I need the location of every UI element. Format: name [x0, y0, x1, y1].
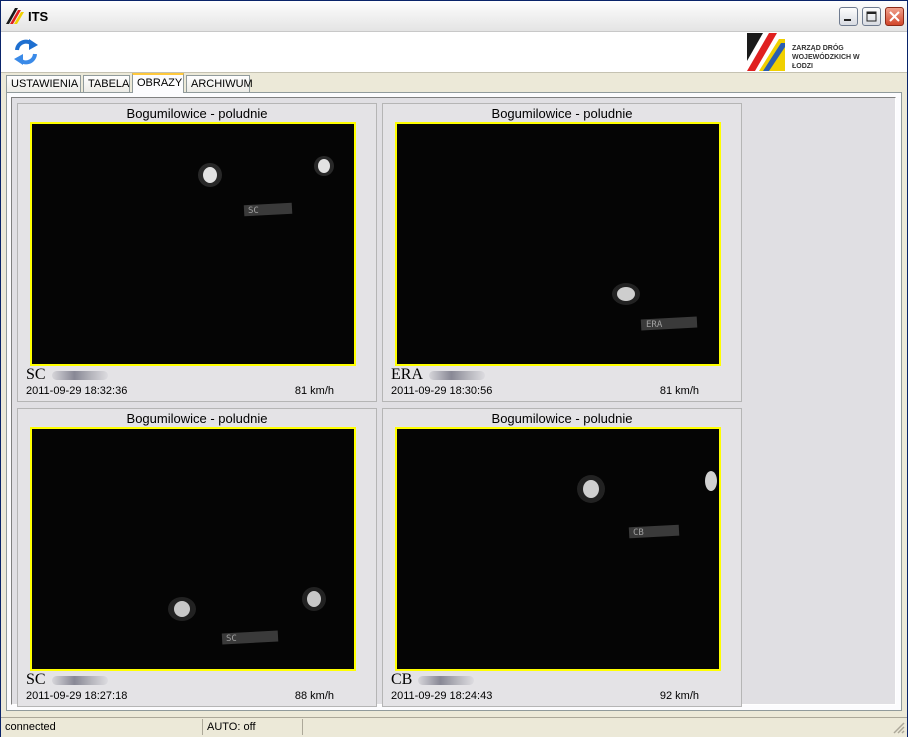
plate-number: ERA — [391, 366, 485, 384]
logo-text: ZARZĄD DRÓG WOJEWÓDZKICH W ŁODZI — [792, 45, 860, 70]
plate-number: CB — [391, 671, 475, 689]
plate-number: SC — [26, 366, 108, 384]
toolbar: ZARZĄD DRÓG WOJEWÓDZKICH W ŁODZI — [1, 32, 907, 73]
speed: 88 km/h — [294, 690, 334, 702]
app-window: ITS ZARZĄD DRÓG WOJEWÓDZKICH W ŁODZI UST… — [0, 0, 908, 737]
title-bar[interactable]: ITS — [1, 1, 907, 32]
resize-grip-icon[interactable] — [892, 721, 905, 734]
images-grid: Bogumilowice - poludnie SC SC 2011-09-29… — [11, 97, 896, 707]
camera-card: Bogumilowice - poludnie CB CB 2011-09-29… — [382, 408, 742, 707]
camera-image[interactable]: SC — [30, 122, 356, 366]
plate-blur — [429, 370, 485, 380]
tab-obrazy[interactable]: OBRAZY — [132, 73, 184, 93]
app-icon — [6, 8, 24, 24]
maximize-icon — [866, 11, 877, 22]
timestamp: 2011-09-29 18:30:56 — [391, 385, 493, 397]
tab-archiwum[interactable]: ARCHIWUM — [186, 75, 253, 92]
camera-title: Bogumilowice - poludnie — [126, 106, 268, 121]
camera-title: Bogumilowice - poludnie — [491, 411, 633, 426]
camera-image[interactable]: CB — [395, 427, 721, 671]
camera-card: Bogumilowice - poludnie SC SC 2011-09-29… — [17, 408, 377, 707]
plate-in-image: SC — [248, 206, 259, 216]
speed: 81 km/h — [659, 385, 699, 397]
close-icon — [889, 11, 900, 22]
connection-status: connected — [1, 719, 203, 735]
camera-card: Bogumilowice - poludnie SC SC 2011-09-29… — [17, 103, 377, 402]
night-photo: ERA — [397, 124, 719, 364]
images-panel: Bogumilowice - poludnie SC SC 2011-09-29… — [6, 92, 902, 711]
tab-tabela[interactable]: TABELA — [83, 75, 130, 92]
camera-title: Bogumilowice - poludnie — [126, 411, 268, 426]
window-title: ITS — [28, 9, 49, 24]
speed: 81 km/h — [294, 385, 334, 397]
tab-ustawienia[interactable]: USTAWIENIA — [6, 75, 81, 92]
night-photo: SC — [32, 429, 354, 669]
plate-in-image: CB — [633, 528, 644, 538]
night-photo: SC — [32, 124, 354, 364]
minimize-icon — [844, 19, 851, 21]
status-bar: connected AUTO: off — [1, 717, 907, 737]
camera-card: Bogumilowice - poludnie ERA ERA 2011-09-… — [382, 103, 742, 402]
plate-blur — [51, 370, 108, 380]
camera-title: Bogumilowice - poludnie — [491, 106, 633, 121]
plate-in-image: ERA — [646, 320, 663, 330]
camera-image[interactable]: ERA — [395, 122, 721, 366]
speed: 92 km/h — [659, 690, 699, 702]
plate-blur — [51, 675, 108, 685]
auto-status: AUTO: off — [203, 719, 303, 735]
refresh-icon[interactable] — [11, 36, 41, 68]
minimize-button[interactable] — [839, 7, 858, 26]
camera-image[interactable]: SC — [30, 427, 356, 671]
zdw-logo — [747, 33, 785, 71]
timestamp: 2011-09-29 18:27:18 — [26, 690, 128, 702]
night-photo: CB — [397, 429, 719, 669]
plate-number: SC — [26, 671, 108, 689]
plate-blur — [418, 675, 475, 685]
close-button[interactable] — [885, 7, 904, 26]
timestamp: 2011-09-29 18:32:36 — [26, 385, 128, 397]
plate-in-image: SC — [226, 634, 237, 644]
maximize-button[interactable] — [862, 7, 881, 26]
timestamp: 2011-09-29 18:24:43 — [391, 690, 493, 702]
